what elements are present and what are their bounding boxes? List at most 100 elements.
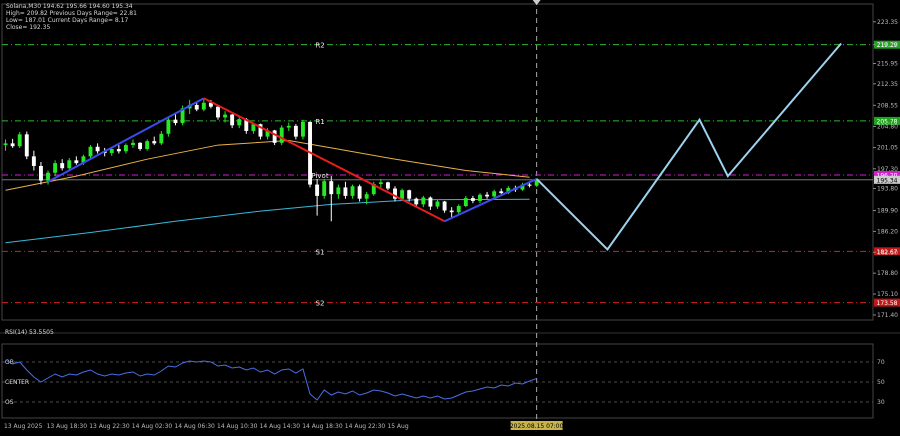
price-tick-label: 197.30: [877, 166, 898, 173]
candle-body: [145, 141, 150, 150]
price-tick-label: 182.50: [877, 249, 898, 256]
candle-body: [301, 121, 305, 137]
rsi-axis-tick: 30: [877, 399, 885, 406]
candle-body: [470, 198, 475, 201]
symbol-ohlc-line: Solana,M30 194.62 195.66 194.60 195.34: [6, 3, 133, 10]
candle-body: [343, 187, 348, 196]
candle-body: [166, 119, 171, 134]
price-tick-label: 219.29: [877, 42, 898, 49]
pivot-label-s1: S1: [316, 248, 325, 256]
price-tick-label: 204.80: [877, 123, 898, 130]
candle-body: [24, 134, 29, 157]
candle-body: [485, 194, 490, 197]
candle-body: [385, 182, 390, 189]
candle-body: [499, 191, 504, 194]
candle-body: [414, 198, 419, 205]
candle-body: [400, 190, 405, 199]
price-tick-label: 189.90: [877, 208, 898, 215]
candle-body: [237, 119, 242, 126]
candle-body: [428, 197, 433, 207]
candle-body: [329, 181, 334, 195]
candle-body: [357, 186, 362, 199]
candle-body: [67, 160, 72, 169]
candle-body: [131, 142, 135, 146]
candle-body: [492, 191, 497, 197]
candle-body: [421, 197, 426, 205]
time-tick-label: 13 Aug 2025: [4, 423, 43, 430]
candle-body: [88, 146, 93, 157]
pivot-label-r2: R2: [315, 42, 324, 50]
candle-body: [116, 149, 121, 152]
time-tick-label: 14 Aug 06:30: [174, 423, 215, 430]
candle-body: [286, 125, 291, 128]
price-tick-label: 215.95: [877, 61, 898, 68]
candle-body: [109, 149, 114, 153]
candle-body: [138, 142, 143, 150]
candle-body: [293, 125, 298, 137]
candle-body: [159, 133, 164, 144]
time-tick-label: 14 Aug 14:30: [260, 423, 301, 430]
candle-body: [60, 163, 65, 169]
time-tick-label: 14 Aug 10:30: [217, 423, 258, 430]
current-price-badge-text: 195.34: [877, 177, 898, 184]
price-tick-label: 193.80: [877, 186, 898, 193]
time-tick-current: 2025.08.15 07:00: [510, 423, 564, 430]
candle-body: [95, 146, 100, 152]
rsi-axis-tick: 70: [877, 359, 885, 366]
high-prev-range-line: High= 209.82 Previous Days Range= 22.81: [6, 10, 137, 17]
candle-body: [442, 201, 447, 211]
candle-body: [350, 186, 355, 196]
candle-body: [152, 141, 157, 144]
candle-body: [435, 201, 440, 207]
candle-body: [456, 206, 461, 213]
time-tick-label: 14 Aug 22:30: [345, 423, 386, 430]
time-tick-label: 13 Aug 22:30: [89, 423, 130, 430]
pivot-label-pivot: Pivot: [311, 172, 328, 180]
candle-body: [230, 114, 235, 126]
candle-body: [336, 187, 341, 195]
candle-body: [478, 194, 482, 201]
rsi-level-label-os: OS: [5, 399, 14, 406]
candle-body: [315, 184, 320, 196]
candle-body: [407, 190, 412, 199]
candle-body: [279, 127, 284, 143]
candle-body: [194, 105, 199, 110]
time-tick-label: 15 Aug: [387, 423, 408, 430]
price-tick-label: 178.80: [877, 270, 898, 277]
candle-body: [74, 160, 79, 164]
time-tick-label: 14 Aug 18:30: [302, 423, 343, 430]
candle-body: [463, 198, 468, 207]
trading-chart: R2219.29R1205.78Pivot196.20S1182.67S2173…: [0, 0, 900, 436]
candle-body: [10, 143, 15, 147]
price-tick-label: 171.40: [877, 312, 898, 319]
candle-body: [17, 134, 22, 147]
price-badge-text-s2: 173.58: [877, 300, 898, 307]
candle-body: [272, 130, 277, 143]
low-curr-range-line: Low= 187.01 Current Days Range= 8.17: [6, 17, 129, 24]
candle-body: [364, 194, 369, 199]
candle-body: [378, 182, 383, 185]
pivot-label-r1: R1: [315, 118, 324, 126]
candle-body: [38, 165, 43, 181]
rsi-axis-tick: 50: [877, 379, 885, 386]
price-axis: 223.35 219.29 215.95 212.35 208.55 204.80 201.…: [873, 19, 898, 319]
candle-body: [223, 114, 228, 118]
price-tick-label: 223.35: [877, 19, 898, 26]
time-tick-label: 14 Aug 02:30: [132, 423, 173, 430]
price-tick-label: 186.20: [877, 228, 898, 235]
rsi-level-label-center: CENTER: [5, 379, 29, 386]
price-tick-label: 201.05: [877, 145, 898, 152]
candle-body: [31, 156, 36, 166]
time-tick-label: 13 Aug 18:30: [47, 423, 88, 430]
candle-body: [46, 172, 50, 181]
close-line: Close= 192.35: [6, 24, 51, 31]
candle-body: [173, 119, 178, 124]
price-tick-label: 175.10: [877, 291, 898, 298]
candle-body: [216, 106, 220, 118]
price-tick-label: 208.55: [877, 102, 898, 109]
candle-body: [449, 210, 454, 213]
candle-body: [201, 102, 206, 110]
rsi-title: RSI(14) 53.5505: [5, 329, 54, 336]
pivot-label-s2: S2: [316, 300, 325, 308]
candle-body: [527, 184, 532, 186]
